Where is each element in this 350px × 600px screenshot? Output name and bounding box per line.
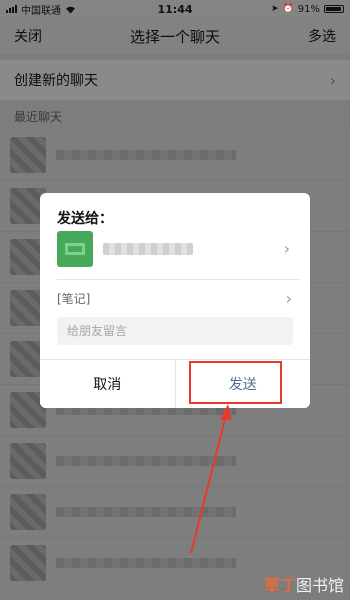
watermark-logo: 草丁 图书馆 xyxy=(264,572,344,596)
annotation-arrow-icon xyxy=(190,404,232,554)
watermark-accent: 草丁 xyxy=(263,576,296,595)
watermark-text: 图书馆 xyxy=(295,576,344,595)
